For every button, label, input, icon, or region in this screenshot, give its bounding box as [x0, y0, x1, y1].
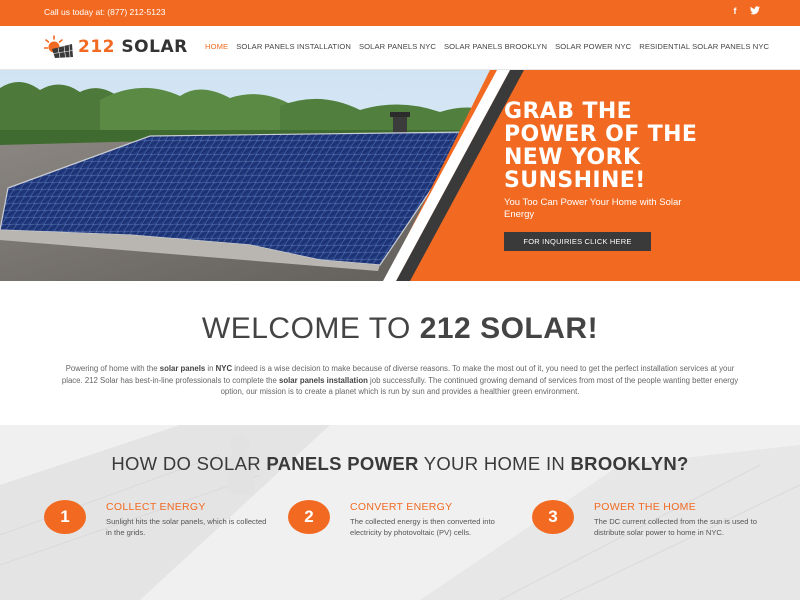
welcome-paragraph: Powering of home with the solar panels i… [61, 364, 739, 396]
phone-text[interactable]: Call us today at: (877) 212-5123 [44, 7, 165, 17]
nav-solar-power-nyc[interactable]: SOLAR POWER NYC [555, 42, 631, 51]
main-nav: HOME SOLAR PANELS INSTALLATION SOLAR PAN… [205, 42, 769, 51]
link-solar-panels[interactable]: solar panels [160, 364, 206, 373]
step-number-badge: 1 [44, 500, 86, 534]
inquiries-button[interactable]: FOR INQUIRIES CLICK HERE [504, 232, 651, 251]
nav-solar-panels-nyc[interactable]: SOLAR PANELS NYC [359, 42, 436, 51]
hero-headline: GRAB THE POWER OF THE NEW YORK SUNSHINE! [504, 99, 698, 193]
nav-solar-panels-brooklyn[interactable]: SOLAR PANELS BROOKLYN [444, 42, 547, 51]
how-title: HOW DO SOLAR PANELS POWER YOUR HOME IN B… [111, 453, 689, 474]
step-number-badge: 3 [532, 500, 574, 534]
facebook-icon[interactable]: f [730, 6, 740, 17]
step-description: The DC current collected from the sun is… [594, 517, 757, 537]
link-nyc[interactable]: NYC [216, 364, 232, 373]
step-description: The collected energy is then converted i… [350, 517, 495, 537]
hero-text-block: GRAB THE POWER OF THE NEW YORK SUNSHINE!… [504, 100, 784, 221]
site-header: 212 SOLAR HOME SOLAR PANELS INSTALLATION… [0, 26, 800, 70]
step-number-badge: 2 [288, 500, 330, 534]
hero-banner: GRAB THE POWER OF THE NEW YORK SUNSHINE!… [0, 70, 800, 281]
logo-text: 212 SOLAR [78, 37, 188, 57]
sun-panel-logo-icon [44, 35, 73, 58]
step-title: POWER THE HOME [594, 501, 697, 513]
twitter-icon[interactable] [750, 6, 760, 17]
top-bar: Call us today at: (877) 212-5123 f [0, 0, 800, 26]
step-title: CONVERT ENERGY [350, 501, 453, 513]
step-description: Sunlight hits the solar panels, which is… [106, 517, 267, 537]
how-it-works-section: HOW DO SOLAR PANELS POWER YOUR HOME IN B… [0, 425, 800, 600]
nav-residential-solar-panels-nyc[interactable]: RESIDENTIAL SOLAR PANELS NYC [639, 42, 769, 51]
nav-home[interactable]: HOME [205, 42, 228, 51]
link-solar-panels-installation[interactable]: solar panels installation [279, 376, 368, 385]
hero-subtitle: You Too Can Power Your Home with Solar E… [504, 197, 682, 220]
nav-solar-panels-installation[interactable]: SOLAR PANELS INSTALLATION [236, 42, 351, 51]
step-title: COLLECT ENERGY [106, 501, 206, 513]
welcome-title: WELCOME TO 212 SOLAR! [201, 312, 599, 345]
site-logo[interactable]: 212 SOLAR [44, 34, 188, 60]
social-links: f [730, 6, 760, 17]
